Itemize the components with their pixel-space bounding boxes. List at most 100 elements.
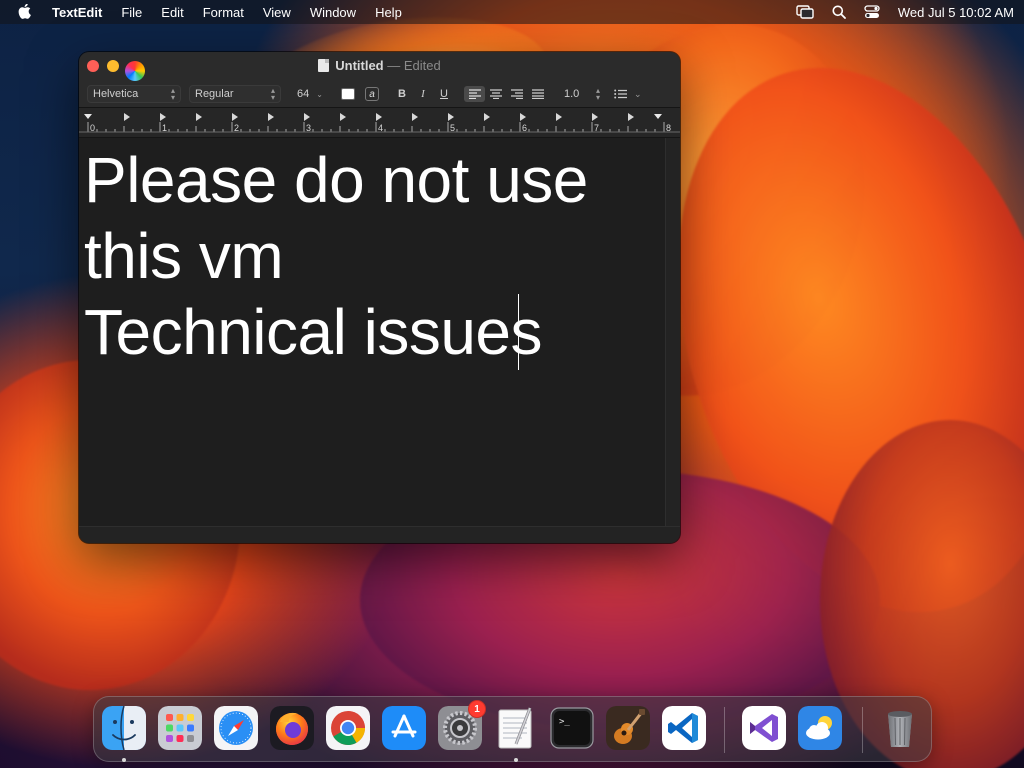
window-titlebar[interactable]: Untitled — Edited Helvetica ▴ ▾ Regular ▴…: [79, 52, 680, 108]
dock: 1 >_: [93, 696, 932, 762]
textedit-window: Untitled — Edited Helvetica ▴ ▾ Regular ▴…: [79, 52, 680, 543]
ruler-number: 4: [378, 123, 383, 133]
align-left-icon: [468, 89, 481, 99]
list-style-button[interactable]: ⌄: [614, 89, 642, 100]
horizontal-scrollbar[interactable]: [79, 526, 680, 543]
dock-terminal[interactable]: >_: [550, 706, 594, 750]
up-down-chevron-icon: ▴ ▾: [270, 86, 275, 102]
font-size-select[interactable]: 64 ⌄: [291, 85, 329, 103]
ruler-number: 8: [666, 123, 671, 133]
dock-finder[interactable]: [102, 706, 146, 750]
chevron-down-icon: ⌄: [316, 89, 323, 99]
dock-vscode[interactable]: [662, 706, 706, 750]
align-center-button[interactable]: [485, 86, 506, 102]
menu-clock[interactable]: Wed Jul 5 10:02 AM: [898, 5, 1014, 20]
up-down-chevron-icon: ▴ ▾: [170, 86, 175, 102]
font-family-select[interactable]: Helvetica ▴ ▾: [87, 85, 181, 103]
ruler-number: 2: [234, 123, 239, 133]
menu-app-name[interactable]: TextEdit: [52, 5, 102, 20]
text-line: Please do not use: [84, 144, 588, 216]
highlight-color-button[interactable]: a: [365, 87, 379, 101]
bullet-list-icon: [614, 89, 627, 99]
firefox-icon: [270, 706, 314, 750]
menu-edit[interactable]: Edit: [161, 5, 183, 20]
underline-button[interactable]: U: [435, 88, 453, 100]
menu-bar: TextEdit File Edit Format View Window He…: [0, 0, 1024, 24]
tab-stop-marker: [448, 113, 454, 121]
apple-menu-icon[interactable]: [18, 4, 32, 20]
textedit-icon: [498, 707, 532, 749]
tab-stop-marker: [160, 113, 166, 121]
tab-stop-marker: [592, 113, 598, 121]
chevron-down-icon: ⌄: [634, 88, 642, 99]
vscode-icon: [662, 706, 706, 750]
chrome-icon: [326, 706, 370, 750]
dock-launchpad[interactable]: [158, 706, 202, 750]
ruler-number: 6: [522, 123, 527, 133]
align-left-button[interactable]: [464, 86, 485, 102]
spotlight-search-icon[interactable]: [832, 5, 846, 19]
align-right-button[interactable]: [506, 86, 527, 102]
menu-help[interactable]: Help: [375, 5, 402, 20]
align-center-icon: [489, 89, 502, 99]
control-center-icon[interactable]: [864, 5, 880, 19]
document-text-area[interactable]: Please do not use this vm Technical issu…: [79, 138, 665, 526]
tab-stop-marker: [520, 113, 526, 121]
italic-button[interactable]: I: [414, 88, 432, 100]
format-bar: Helvetica ▴ ▾ Regular ▴ ▾ 64 ⌄ a B I U 1…: [87, 84, 642, 104]
font-family-value: Helvetica: [93, 88, 139, 100]
dock-visual-studio[interactable]: [742, 706, 786, 750]
terminal-icon: >_: [550, 707, 594, 749]
tab-stop-marker: [196, 113, 202, 121]
dock-app-store[interactable]: [382, 706, 426, 750]
title-separator: —: [387, 58, 401, 73]
dock-safari[interactable]: [214, 706, 258, 750]
weather-icon: [798, 706, 842, 750]
up-down-chevron-icon: ▴ ▾: [595, 86, 600, 102]
menu-view[interactable]: View: [263, 5, 291, 20]
tab-stop-marker: [268, 113, 274, 121]
screen-mirroring-icon[interactable]: [796, 5, 814, 19]
ruler-number: 3: [306, 123, 311, 133]
tab-stop-marker: [340, 113, 346, 121]
dock-chrome[interactable]: [326, 706, 370, 750]
font-style-select[interactable]: Regular ▴ ▾: [189, 85, 281, 103]
document-status: Edited: [403, 58, 441, 73]
align-justify-button[interactable]: [527, 86, 548, 102]
menu-format[interactable]: Format: [203, 5, 244, 20]
dock-separator: [724, 707, 725, 753]
ruler-number: 1: [162, 123, 167, 133]
align-justify-icon: [531, 89, 544, 99]
dock-trash[interactable]: [878, 706, 922, 750]
ruler[interactable]: 0 1 2 3 4 5 6 7 8: [79, 108, 680, 138]
menu-file[interactable]: File: [121, 5, 142, 20]
tab-stop-marker: [376, 113, 382, 121]
line-spacing-select[interactable]: 1.0 ▴ ▾: [564, 86, 600, 102]
alignment-group: [464, 86, 548, 102]
dock-firefox[interactable]: [270, 706, 314, 750]
document-icon[interactable]: [318, 59, 330, 72]
safari-icon: [214, 706, 258, 750]
vertical-scrollbar[interactable]: [665, 138, 680, 526]
menu-window[interactable]: Window: [310, 5, 356, 20]
text-cursor: [518, 294, 519, 370]
tab-stop-marker: [556, 113, 562, 121]
app-store-icon: [382, 706, 426, 750]
dock-textedit[interactable]: [494, 706, 538, 750]
left-margin-marker: [84, 114, 92, 119]
dock-weather[interactable]: [798, 706, 842, 750]
text-color-swatch[interactable]: [341, 88, 355, 100]
notification-badge: 1: [468, 700, 486, 718]
line-spacing-value: 1.0: [564, 88, 580, 100]
bold-button[interactable]: B: [393, 88, 411, 100]
align-right-icon: [510, 89, 523, 99]
window-title: Untitled — Edited: [79, 58, 680, 73]
launchpad-icon: [158, 706, 202, 750]
tab-stop-marker: [484, 113, 490, 121]
dock-separator: [862, 707, 863, 753]
svg-text:>_: >_: [559, 717, 570, 727]
text-line: this vm: [84, 220, 284, 292]
ruler-number: 7: [594, 123, 599, 133]
dock-garageband[interactable]: [606, 706, 650, 750]
font-style-value: Regular: [195, 88, 234, 100]
